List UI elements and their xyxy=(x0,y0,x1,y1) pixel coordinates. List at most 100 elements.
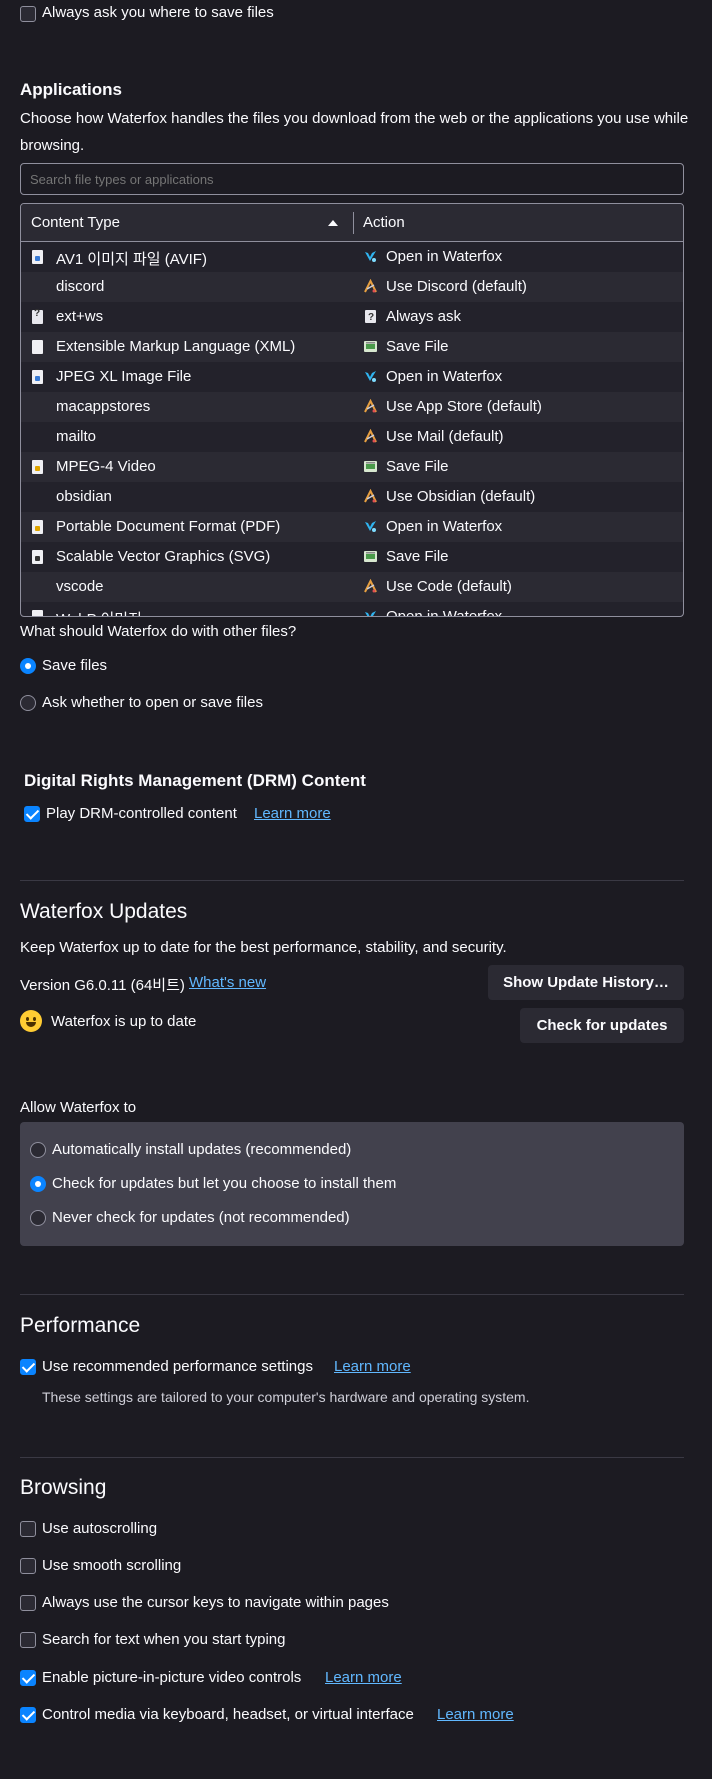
table-row[interactable]: ext+ws? Always ask xyxy=(21,302,683,332)
app-icon xyxy=(364,429,377,443)
table-row[interactable]: macappstores Use App Store (default) xyxy=(21,392,683,422)
performance-learn-more-link[interactable]: Learn more xyxy=(334,1358,411,1375)
app-icon xyxy=(364,399,377,413)
never-check-updates-label: Never check for updates (not recommended… xyxy=(52,1209,350,1226)
content-type-cell: obsidian xyxy=(56,488,112,505)
pip-learn-more-link[interactable]: Learn more xyxy=(325,1669,402,1686)
play-drm-checkbox[interactable] xyxy=(24,806,40,822)
waterfox-icon xyxy=(365,371,376,382)
save-file-icon xyxy=(364,461,377,472)
action-cell[interactable]: Use Code (default) xyxy=(386,578,512,595)
content-type-cell: mailto xyxy=(56,428,97,445)
waterfox-icon xyxy=(365,611,376,616)
action-cell[interactable]: Open in Waterfox xyxy=(386,368,502,385)
image-file-icon xyxy=(32,370,43,384)
recommended-performance-label: Use recommended performance settings xyxy=(42,1358,313,1375)
action-cell[interactable]: Save File xyxy=(386,458,449,475)
content-type-cell: Scalable Vector Graphics (SVG) xyxy=(56,548,271,565)
content-type-cell: Extensible Markup Language (XML) xyxy=(56,338,296,355)
table-row[interactable]: Scalable Vector Graphics (SVG) Save File xyxy=(21,542,683,572)
video-file-icon xyxy=(32,460,43,474)
table-row[interactable]: MPEG-4 Video Save File xyxy=(21,452,683,482)
table-header: Content Type Action xyxy=(21,204,683,242)
image-file-icon xyxy=(32,610,43,616)
save-files-radio[interactable] xyxy=(20,658,36,674)
auto-install-updates-radio[interactable] xyxy=(30,1142,46,1158)
search-typing-checkbox[interactable] xyxy=(20,1632,36,1648)
action-cell[interactable]: Save File xyxy=(386,338,449,355)
autoscrolling-checkbox[interactable] xyxy=(20,1521,36,1537)
action-cell[interactable]: Use Mail (default) xyxy=(386,428,504,445)
table-row[interactable]: AV1 이미지 파일 (AVIF) Open in Waterfox xyxy=(21,242,683,272)
other-files-question: What should Waterfox do with other files… xyxy=(20,623,297,640)
table-row[interactable]: discord Use Discord (default) xyxy=(21,272,683,302)
action-cell[interactable]: Open in Waterfox xyxy=(386,518,502,535)
ask-open-save-radio[interactable] xyxy=(20,695,36,711)
media-learn-more-link[interactable]: Learn more xyxy=(437,1706,514,1723)
smooth-scrolling-checkbox[interactable] xyxy=(20,1558,36,1574)
smooth-scrolling-label: Use smooth scrolling xyxy=(42,1557,182,1574)
table-row[interactable]: vscode Use Code (default) xyxy=(21,572,683,602)
applications-heading: Applications xyxy=(20,80,123,99)
drm-learn-more-link[interactable]: Learn more xyxy=(254,805,331,822)
section-divider xyxy=(20,880,684,881)
allow-waterfox-label: Allow Waterfox to xyxy=(20,1099,137,1116)
content-type-cell: JPEG XL Image File xyxy=(56,368,192,385)
table-row[interactable]: Portable Document Format (PDF) Open in Wa… xyxy=(21,512,683,542)
question-icon: ? xyxy=(365,310,376,323)
action-cell[interactable]: Open in Waterfox xyxy=(386,248,502,265)
app-icon xyxy=(364,579,377,593)
table-row[interactable]: mailto Use Mail (default) xyxy=(21,422,683,452)
image-file-icon xyxy=(32,250,43,264)
app-icon xyxy=(364,489,377,503)
table-row[interactable]: obsidian Use Obsidian (default) xyxy=(21,482,683,512)
content-type-cell: Portable Document Format (PDF) xyxy=(56,518,281,535)
content-type-cell: MPEG-4 Video xyxy=(56,458,156,475)
action-cell[interactable]: Open in Waterfox xyxy=(386,608,502,616)
column-divider[interactable] xyxy=(353,212,354,234)
update-status-text: Waterfox is up to date xyxy=(51,1013,197,1030)
table-row[interactable]: WebP 이미지 Open in Waterfox xyxy=(21,602,683,616)
action-cell[interactable]: Always ask xyxy=(386,308,461,325)
app-icon xyxy=(364,279,377,293)
never-check-updates-radio[interactable] xyxy=(30,1210,46,1226)
action-cell[interactable]: Use Obsidian (default) xyxy=(386,488,535,505)
picture-in-picture-checkbox[interactable] xyxy=(20,1670,36,1686)
action-cell[interactable]: Save File xyxy=(386,548,449,565)
table-row[interactable]: Extensible Markup Language (XML) Save Fil… xyxy=(21,332,683,362)
autoscrolling-label: Use autoscrolling xyxy=(42,1520,158,1537)
svg-file-icon xyxy=(32,550,43,564)
column-header-action[interactable]: Action xyxy=(363,214,405,231)
drm-heading: Digital Rights Management (DRM) Content xyxy=(24,771,366,790)
search-file-types-input[interactable] xyxy=(20,163,684,195)
browsing-heading: Browsing xyxy=(20,1476,107,1499)
always-ask-save-checkbox[interactable] xyxy=(20,6,36,22)
always-ask-save-label: Always ask you where to save files xyxy=(42,4,274,21)
play-drm-label: Play DRM-controlled content xyxy=(46,805,237,822)
recommended-performance-checkbox[interactable] xyxy=(20,1359,36,1375)
svg-text:?: ? xyxy=(368,312,374,323)
table-row[interactable]: JPEG XL Image File Open in Waterfox xyxy=(21,362,683,392)
media-control-label: Control media via keyboard, headset, or … xyxy=(42,1706,414,1723)
whats-new-link[interactable]: What's new xyxy=(189,974,266,991)
waterfox-icon xyxy=(365,251,376,262)
cursor-keys-checkbox[interactable] xyxy=(20,1595,36,1611)
action-cell[interactable]: Use App Store (default) xyxy=(386,398,542,415)
content-type-cell: discord xyxy=(56,278,105,295)
media-control-checkbox[interactable] xyxy=(20,1707,36,1723)
save-file-icon xyxy=(364,551,377,562)
check-updates-choose-radio[interactable] xyxy=(30,1176,46,1192)
ask-open-save-label: Ask whether to open or save files xyxy=(42,694,263,711)
applications-table: Content Type Action AV1 이미지 파일 (AVIF) Ope… xyxy=(20,203,684,617)
waterfox-icon xyxy=(365,521,376,532)
pdf-file-icon xyxy=(32,520,43,534)
update-options-panel: Automatically install updates (recommend… xyxy=(20,1122,684,1246)
picture-in-picture-label: Enable picture-in-picture video controls xyxy=(42,1669,302,1686)
column-header-content-type[interactable]: Content Type xyxy=(31,214,120,231)
action-cell[interactable]: Use Discord (default) xyxy=(386,278,527,295)
content-type-cell: ext+ws xyxy=(56,308,104,325)
show-update-history-button[interactable]: Show Update History… xyxy=(488,965,684,1000)
applications-description: Choose how Waterfox handles the files yo… xyxy=(20,110,689,154)
content-type-cell: AV1 이미지 파일 (AVIF) xyxy=(56,251,207,268)
check-for-updates-button[interactable]: Check for updates xyxy=(520,1008,684,1043)
